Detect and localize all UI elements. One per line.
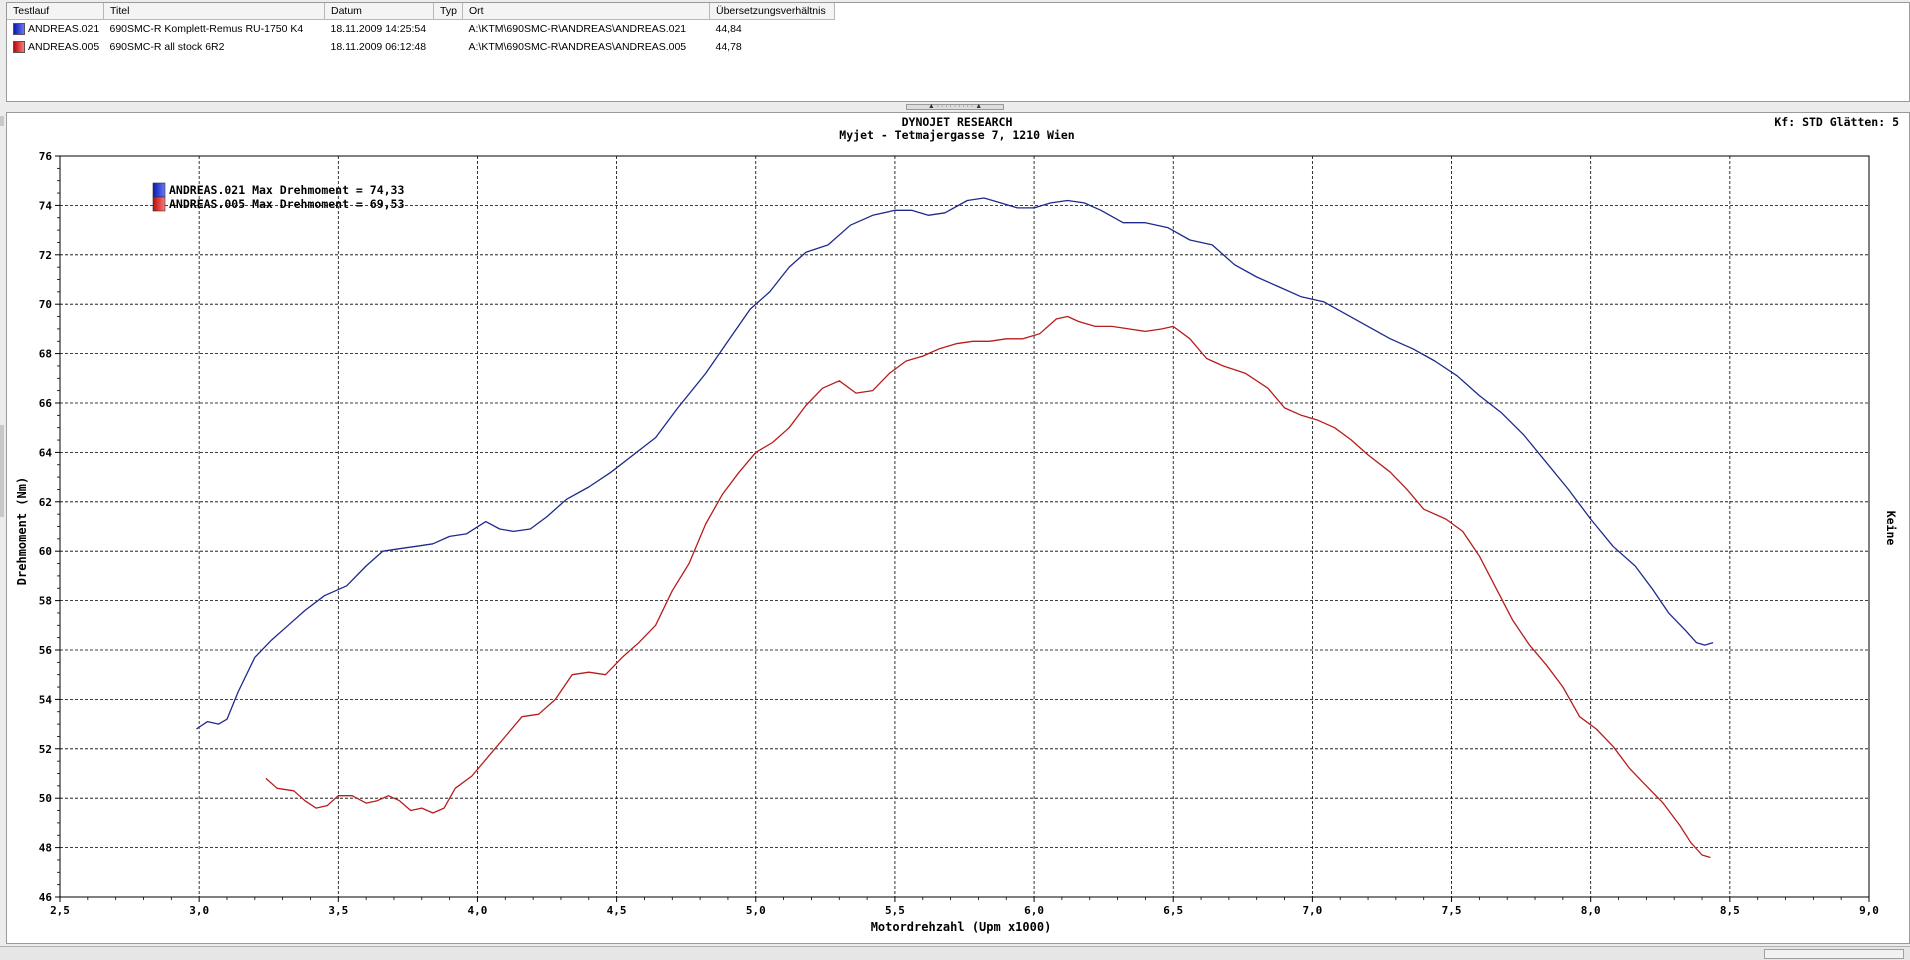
- cell-datum: 18.11.2009 06:12:48: [330, 41, 427, 53]
- y-tick-label: 56: [39, 644, 53, 657]
- dyno-chart: DYNOJET RESEARCH Myjet - Tetmajergasse 7…: [15, 115, 1899, 934]
- y-tick-label: 52: [39, 743, 52, 756]
- x-tick-label: 2,5: [50, 904, 70, 917]
- cell-testlauf: ANDREAS.005: [7, 38, 104, 56]
- legend-entry: ANDREAS.021 Max Drehmoment = 74,33: [169, 183, 404, 197]
- cell-titel: 690SMC-R all stock 6R2: [109, 41, 225, 53]
- status-box: [1764, 949, 1904, 959]
- cell-testlauf: ANDREAS.021: [7, 20, 104, 39]
- y-tick-label: 54: [39, 693, 53, 706]
- run-name: ANDREAS.021: [28, 22, 100, 35]
- y-tick-label: 74: [39, 199, 53, 212]
- column-header-titel[interactable]: Titel: [103, 3, 325, 20]
- chart-subtitle: Myjet - Tetmajergasse 7, 1210 Wien: [839, 128, 1074, 142]
- y-axis-label: Drehmoment (Nm): [15, 477, 29, 585]
- y-tick-label: 60: [39, 545, 52, 558]
- legend-entry: ANDREAS.005 Max Drehmoment = 69,53: [169, 197, 404, 211]
- chart-title: DYNOJET RESEARCH: [902, 115, 1013, 129]
- column-header-ort[interactable]: Ort: [462, 3, 710, 20]
- x-tick-label: 3,5: [328, 904, 348, 917]
- y-tick-label: 48: [39, 842, 52, 855]
- x-tick-label: 4,0: [468, 904, 488, 917]
- y-tick-label: 46: [39, 891, 53, 904]
- legend-swatch: [152, 182, 166, 198]
- y-tick-label: 68: [39, 348, 52, 361]
- x-tick-label: 6,0: [1024, 904, 1044, 917]
- cell-ort: A:\KTM\690SMC-R\ANDREAS\ANDREAS.005: [468, 41, 687, 53]
- table-row[interactable]: ANDREAS.005 690SMC-R all stock 6R2 18.11…: [7, 38, 835, 56]
- cell-datum: 18.11.2009 14:25:54: [330, 23, 427, 35]
- status-bar: [0, 946, 1910, 960]
- x-tick-label: 4,5: [607, 904, 627, 917]
- cell-titel: 690SMC-R Komplett-Remus RU-1750 K4: [109, 23, 304, 35]
- x-axis-label: Motordrehzahl (Upm x1000): [871, 920, 1052, 934]
- x-tick-label: 9,0: [1859, 904, 1879, 917]
- x-tick-label: 5,0: [746, 904, 766, 917]
- x-tick-label: 6,5: [1163, 904, 1183, 917]
- run-list-panel: Testlauf Titel Datum Typ Ort Übersetzung…: [6, 2, 1910, 102]
- x-tick-label: 7,5: [1442, 904, 1462, 917]
- series-line-1: [196, 197, 1714, 730]
- x-tick-label: 7,0: [1302, 904, 1322, 917]
- y-tick-label: 58: [39, 595, 52, 608]
- x-tick-label: 8,0: [1581, 904, 1601, 917]
- y-tick-label: 70: [39, 298, 52, 311]
- cell-ratio: 44,78: [715, 41, 742, 53]
- y-tick-label: 62: [39, 496, 52, 509]
- cell-typ: [434, 38, 463, 56]
- run-name: ANDREAS.005: [28, 40, 100, 53]
- column-header-ratio[interactable]: Übersetzungsverhältnis: [709, 3, 835, 20]
- y-tick-label: 76: [39, 150, 53, 163]
- x-tick-label: 3,0: [189, 904, 209, 917]
- y-tick-label: 50: [39, 792, 52, 805]
- table-row[interactable]: ANDREAS.021 690SMC-R Komplett-Remus RU-1…: [7, 20, 835, 39]
- panel-splitter[interactable]: ▲ · · · · · · · · · ▲: [906, 103, 1004, 110]
- correction-info: Kf: STD Glätten: 5: [1774, 115, 1899, 129]
- chart-panel: DYNOJET RESEARCH Myjet - Tetmajergasse 7…: [6, 112, 1910, 944]
- series-line-2: [265, 315, 1711, 859]
- series-color-swatch: [13, 41, 25, 54]
- x-tick-label: 5,5: [885, 904, 905, 917]
- cell-ort: A:\KTM\690SMC-R\ANDREAS\ANDREAS.021: [468, 23, 687, 35]
- cell-ratio: 44,84: [715, 23, 742, 35]
- series-color-swatch: [13, 23, 25, 36]
- column-header-typ[interactable]: Typ: [433, 3, 463, 20]
- cell-typ: [434, 20, 463, 39]
- y-tick-label: 72: [39, 249, 52, 262]
- x-tick-label: 8,5: [1720, 904, 1740, 917]
- column-header-testlauf[interactable]: Testlauf: [7, 3, 104, 20]
- right-axis-label: Keine: [1884, 511, 1898, 546]
- left-edge-grip[interactable]: [0, 425, 4, 517]
- left-edge-grip[interactable]: [0, 116, 4, 126]
- plot-area: [59, 155, 1870, 898]
- column-header-datum[interactable]: Datum: [324, 3, 434, 20]
- legend-swatch: [152, 196, 166, 212]
- run-table: Testlauf Titel Datum Typ Ort Übersetzung…: [7, 3, 835, 56]
- run-table-header: Testlauf Titel Datum Typ Ort Übersetzung…: [7, 3, 835, 20]
- y-tick-label: 66: [39, 397, 53, 410]
- y-tick-label: 64: [39, 446, 53, 459]
